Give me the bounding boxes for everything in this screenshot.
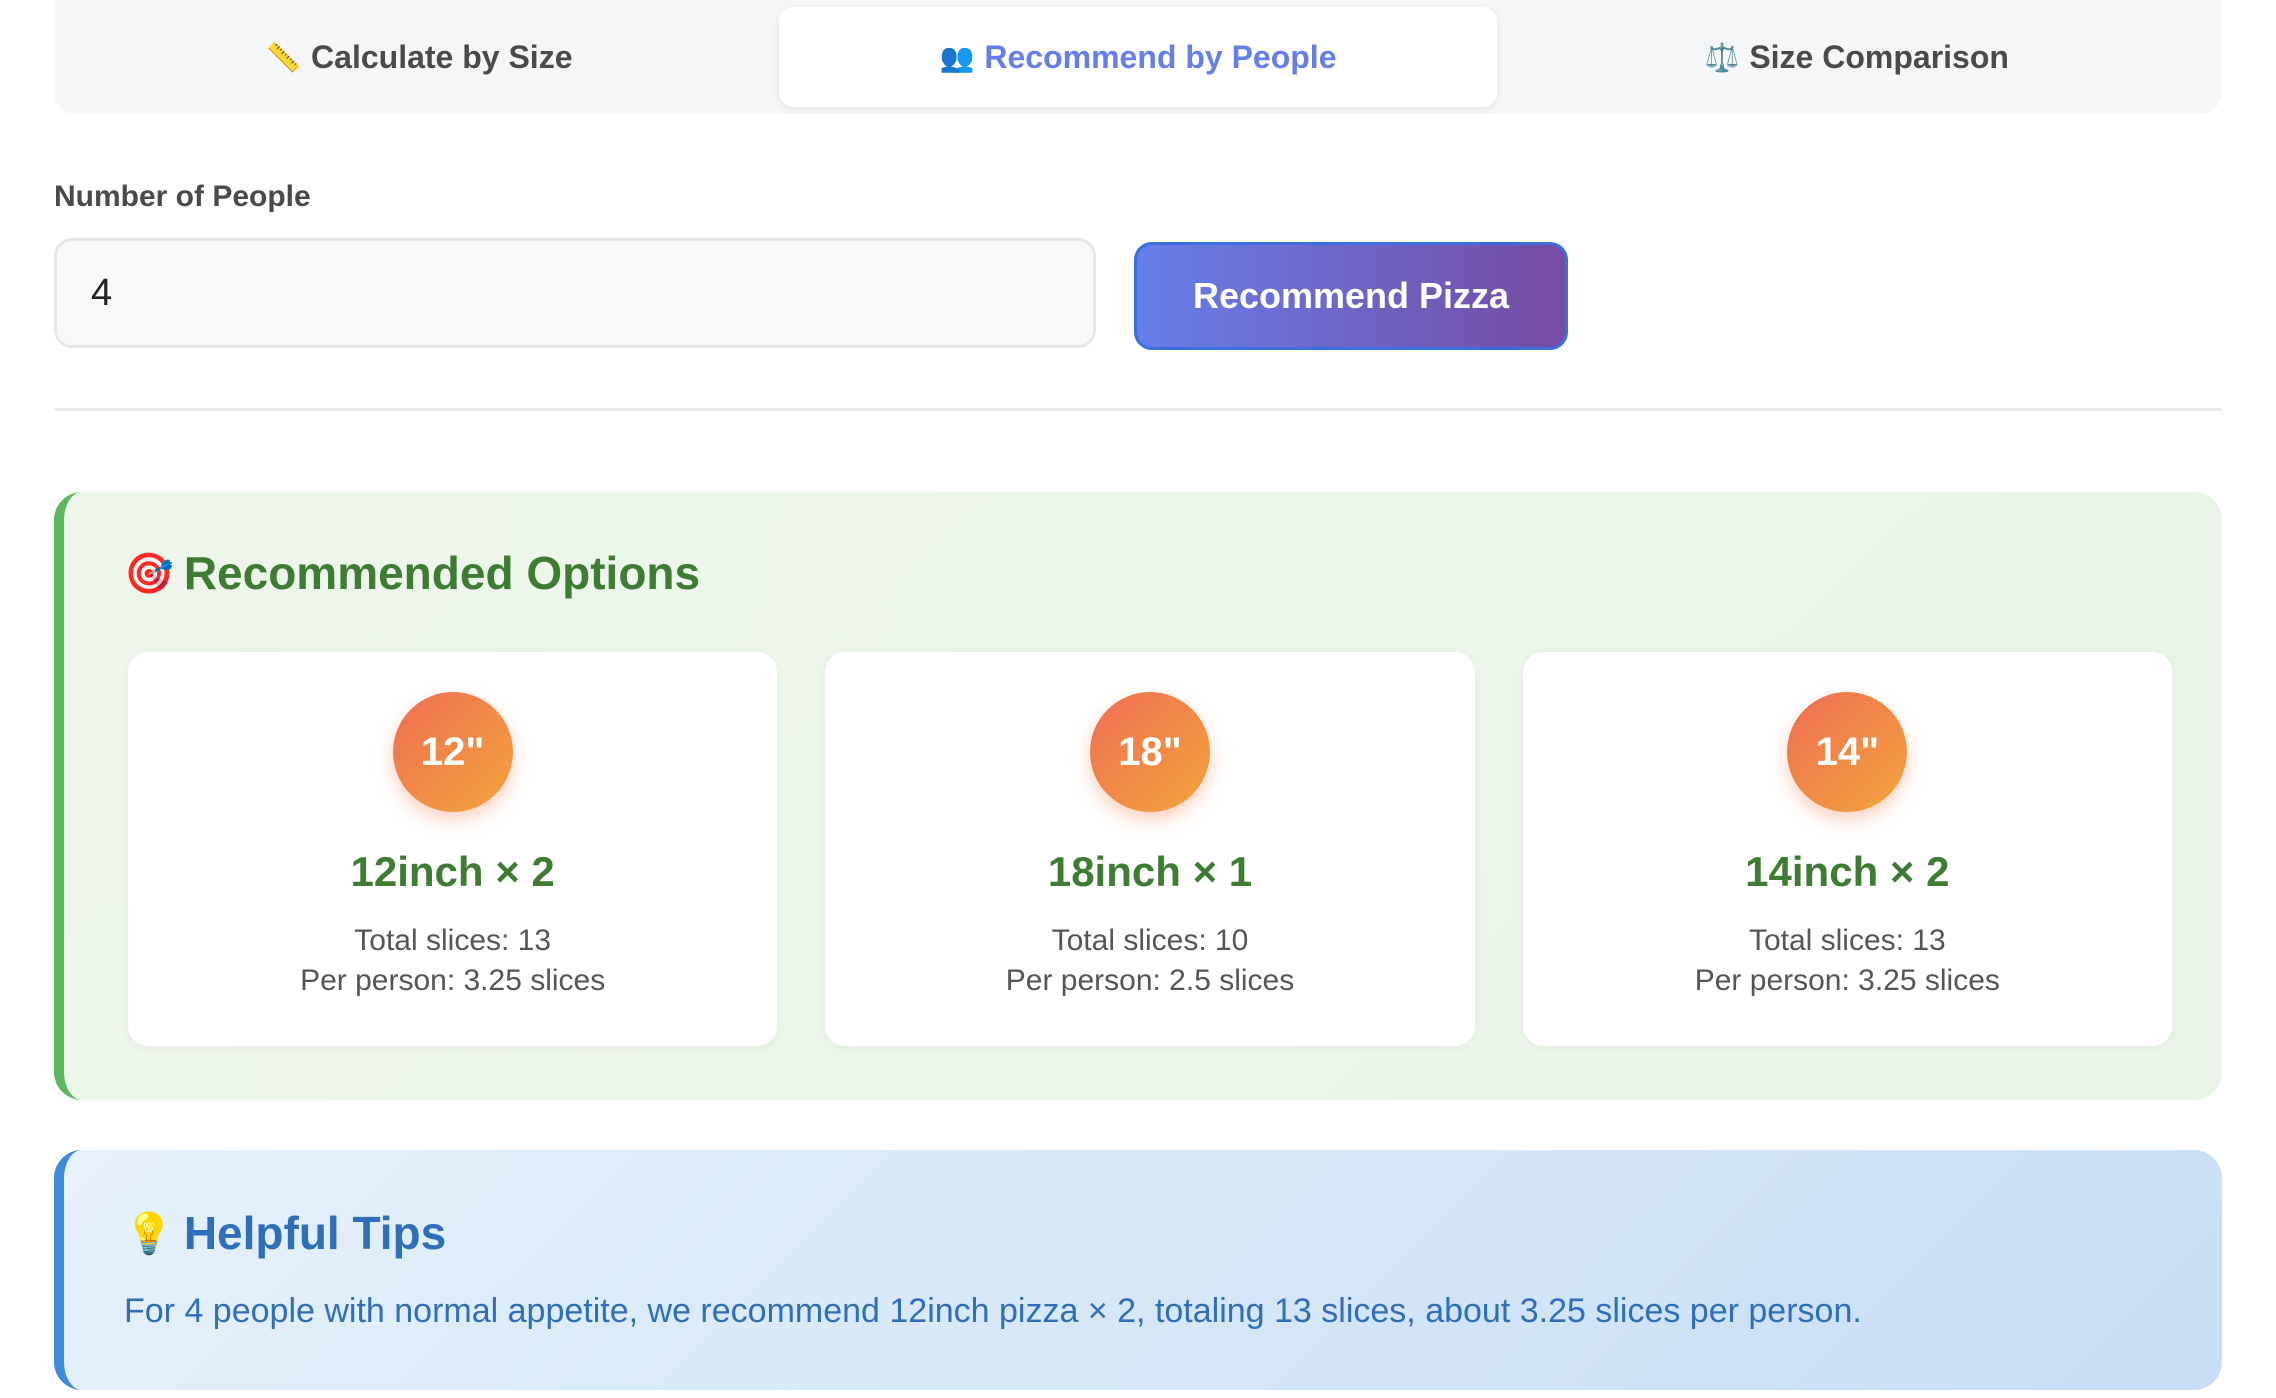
recommend-pizza-button[interactable]: Recommend Pizza <box>1134 242 1568 350</box>
size-badge: 18" <box>1089 692 1210 812</box>
option-title: 18inch × 1 <box>1047 848 1253 895</box>
option-card: 14" 14inch × 2 Total slices: 13 Per pers… <box>1522 652 2172 1046</box>
pizza-recommend-page: 📏 Calculate by Size 👥 Recommend by Peopl… <box>0 0 2276 1398</box>
total-slices: Total slices: 13 <box>1748 924 1946 957</box>
option-title: 12inch × 2 <box>350 848 555 895</box>
tab-recommend-by-people[interactable]: 👥 Recommend by People <box>778 7 1498 107</box>
tab-bar: 📏 Calculate by Size 👥 Recommend by Peopl… <box>54 0 2222 114</box>
people-icon: 👥 <box>939 41 975 73</box>
option-cards: 12" 12inch × 2 Total slices: 13 Per pers… <box>128 652 2172 1046</box>
recommended-options-heading: 🎯 Recommended Options <box>124 546 700 600</box>
helpful-tips-panel: 💡 Helpful Tips For 4 people with normal … <box>54 1150 2222 1390</box>
option-card: 18" 18inch × 1 Total slices: 10 Per pers… <box>825 652 1475 1046</box>
option-title: 14inch × 2 <box>1745 848 1950 895</box>
helpful-tips-title: Helpful Tips <box>183 1207 447 1259</box>
tab-label: Recommend by People <box>984 38 1337 75</box>
total-slices: Total slices: 13 <box>354 924 552 957</box>
per-person-slices: Per person: 3.25 slices <box>300 964 606 997</box>
tab-size-comparison[interactable]: ⚖️ Size Comparison <box>1497 7 2216 107</box>
per-person-slices: Per person: 3.25 slices <box>1694 964 2000 997</box>
recommended-options-panel: 🎯 Recommended Options 12" 12inch × 2 Tot… <box>54 492 2222 1100</box>
tab-calculate-by-size[interactable]: 📏 Calculate by Size <box>60 7 779 107</box>
recommended-options-title: Recommended Options <box>183 547 701 599</box>
size-badge: 14" <box>1787 692 1908 812</box>
people-count-label: Number of People <box>54 180 311 213</box>
ruler-icon: 📏 <box>266 41 302 73</box>
lightbulb-icon: 💡 <box>124 1211 174 1256</box>
target-icon: 🎯 <box>124 551 174 596</box>
tab-label: Calculate by Size <box>311 38 573 75</box>
option-card: 12" 12inch × 2 Total slices: 13 Per pers… <box>128 652 778 1046</box>
people-count-input[interactable] <box>54 238 1096 348</box>
per-person-slices: Per person: 2.5 slices <box>1005 964 1295 997</box>
tab-label: Size Comparison <box>1749 38 2009 75</box>
scale-icon: ⚖️ <box>1704 41 1740 73</box>
helpful-tips-heading: 💡 Helpful Tips <box>124 1206 446 1260</box>
total-slices: Total slices: 10 <box>1051 924 1249 957</box>
size-badge: 12" <box>392 692 513 812</box>
helpful-tips-text: For 4 people with normal appetite, we re… <box>124 1292 1862 1330</box>
divider <box>54 408 2222 411</box>
